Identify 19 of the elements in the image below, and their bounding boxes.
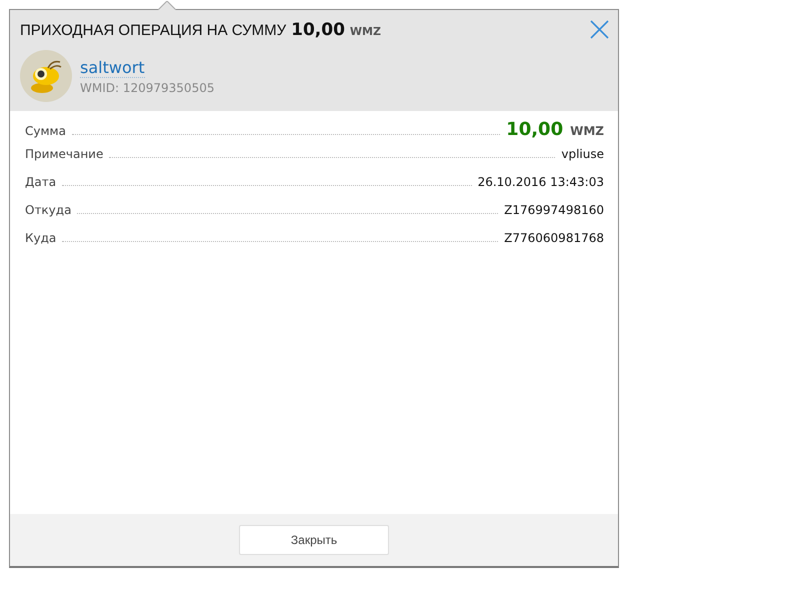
detail-value: 26.10.2016 13:43:03 (478, 175, 604, 189)
wmid-text: WMID: 120979350505 (80, 80, 214, 94)
detail-label: Примечание (25, 147, 104, 161)
detail-value: vpliuse (561, 147, 604, 161)
detail-label: Дата (25, 175, 56, 189)
detail-value: Z176997498160 (504, 203, 604, 217)
detail-value: Z776060981768 (504, 231, 604, 245)
close-icon[interactable] (590, 20, 609, 39)
avatar-icon (20, 50, 72, 102)
close-button[interactable]: Закрыть (239, 525, 389, 555)
amount-currency: WMZ (570, 124, 604, 138)
title-amount: 10,00 (291, 20, 345, 40)
amount-value: 10,00 (506, 119, 564, 140)
title-currency: WMZ (350, 25, 381, 38)
detail-label: Куда (25, 231, 56, 245)
dialog-title: ПРИХОДНАЯ ОПЕРАЦИЯ НА СУММУ (20, 22, 286, 39)
detail-label: Сумма (25, 124, 66, 138)
detail-label: Откуда (25, 203, 72, 217)
user-name-link[interactable]: saltwort (80, 58, 145, 78)
